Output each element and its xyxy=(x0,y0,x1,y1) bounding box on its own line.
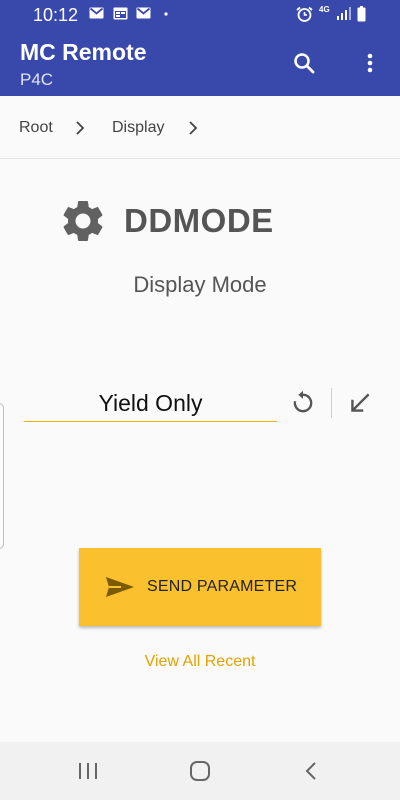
side-drawer-handle[interactable] xyxy=(0,403,4,549)
home-icon[interactable] xyxy=(188,759,212,783)
4g-icon: 4G xyxy=(319,5,330,14)
calendar-icon xyxy=(113,7,128,20)
breadcrumb: Root Display xyxy=(0,96,400,159)
send-parameter-button[interactable]: SEND PARAMETER xyxy=(79,548,321,626)
undo-icon[interactable] xyxy=(289,389,317,417)
system-nav-bar xyxy=(0,742,400,800)
battery-icon xyxy=(357,6,366,22)
search-icon xyxy=(294,53,315,74)
breadcrumb-root[interactable]: Root xyxy=(19,118,53,138)
signal-icon xyxy=(337,7,351,20)
divider xyxy=(331,388,332,418)
recents-icon[interactable] xyxy=(76,759,100,783)
status-time: 10:12 xyxy=(33,5,79,25)
chevron-right-icon xyxy=(76,121,85,135)
status-bar: 10:12 4G xyxy=(0,0,400,29)
gmail-icon xyxy=(89,7,104,19)
parameter-name: DDMODE xyxy=(124,202,274,239)
parameter-value-field[interactable]: Yield Only xyxy=(24,388,277,422)
search-button[interactable] xyxy=(288,47,320,79)
overflow-menu-button[interactable] xyxy=(354,47,386,79)
chevron-right-icon xyxy=(189,121,198,135)
parameter-header: DDMODE xyxy=(58,196,274,246)
more-vert-icon xyxy=(367,53,373,73)
parameter-description: Display Mode xyxy=(133,272,267,297)
view-all-recent-link[interactable]: View All Recent xyxy=(0,653,400,671)
app-title: MC Remote xyxy=(20,39,147,65)
breadcrumb-display[interactable]: Display xyxy=(112,118,164,138)
gear-icon xyxy=(63,201,103,241)
dot-icon xyxy=(164,12,168,16)
send-parameter-label: SEND PARAMETER xyxy=(147,578,298,595)
app-subtitle: P4C xyxy=(20,70,54,89)
send-icon xyxy=(106,577,134,597)
mail-icon xyxy=(136,7,151,19)
arrow-down-left-icon[interactable] xyxy=(347,390,373,416)
back-icon[interactable] xyxy=(300,759,324,783)
app-bar: MC Remote P4C xyxy=(0,29,400,96)
alarm-icon xyxy=(296,6,313,22)
